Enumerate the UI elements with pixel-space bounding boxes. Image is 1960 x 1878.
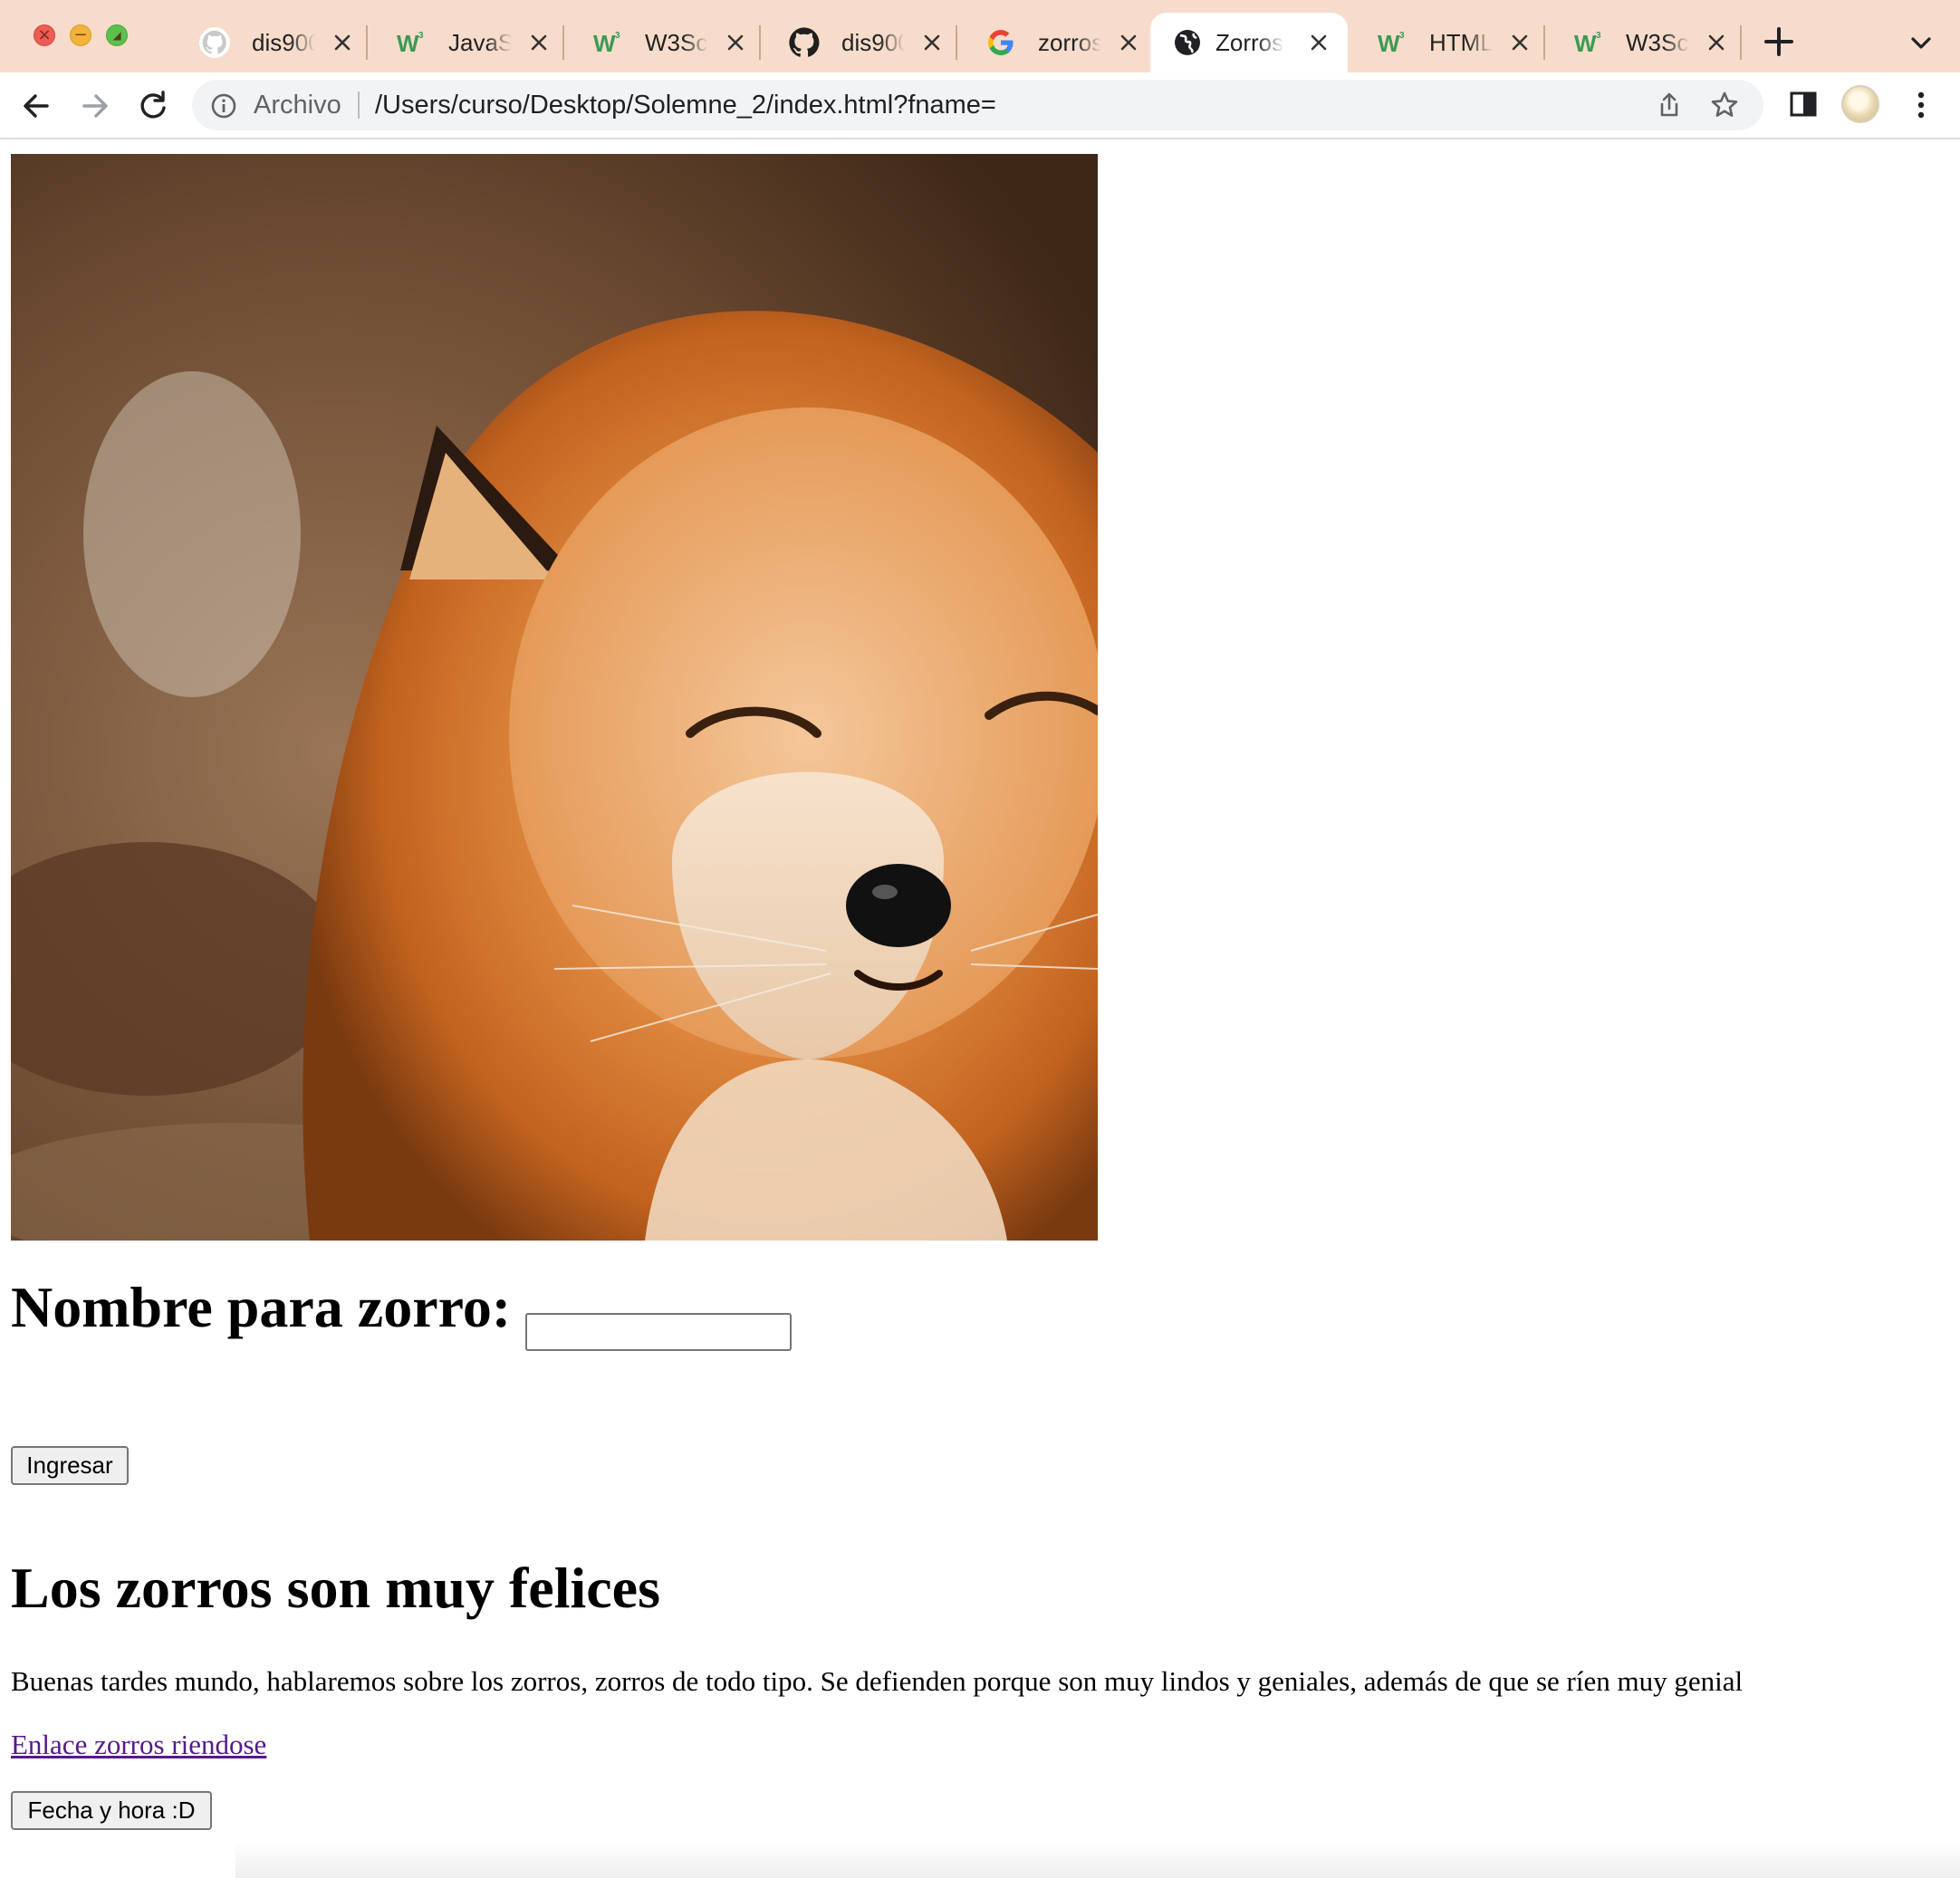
tab-separator <box>366 25 368 60</box>
tab-github-2[interactable]: dis9005 <box>762 13 957 72</box>
info-icon[interactable] <box>210 92 237 120</box>
window-minimize-button[interactable]: − <box>70 24 91 46</box>
address-divider <box>358 91 360 119</box>
svg-text:3: 3 <box>1596 31 1601 41</box>
bookmark-star-icon[interactable] <box>1709 90 1740 120</box>
github-icon <box>199 27 230 58</box>
svg-text:W: W <box>593 30 616 57</box>
svg-text:3: 3 <box>418 31 424 41</box>
w3schools-icon: W3 <box>593 30 620 57</box>
globe-icon <box>1175 30 1200 55</box>
tab-w3schools-html[interactable]: W3 HTML B <box>1350 13 1545 72</box>
tab-separator <box>956 25 957 60</box>
back-arrow-icon[interactable] <box>17 87 55 125</box>
address-url[interactable]: /Users/curso/Desktop/Solemne_2/index.htm… <box>375 80 996 130</box>
tab-close-icon[interactable] <box>1114 28 1143 57</box>
svg-text:3: 3 <box>615 31 620 41</box>
w3schools-icon: W3 <box>1378 30 1405 57</box>
address-bar[interactable]: Archivo /Users/curso/Desktop/Solemne_2/i… <box>192 80 1763 130</box>
side-panel-icon[interactable] <box>1788 89 1819 120</box>
address-scheme-label: Archivo <box>254 91 341 120</box>
window-close-button[interactable]: × <box>34 24 55 46</box>
fox-laughing-link[interactable]: Enlace zorros riendose <box>11 1724 266 1766</box>
tab-close-icon[interactable] <box>918 28 946 57</box>
fox-name-input[interactable] <box>525 1313 792 1351</box>
form-label: Nombre para zorro: <box>11 1275 512 1339</box>
svg-text:W: W <box>397 30 419 57</box>
tab-title: Zorros f <box>1215 29 1284 56</box>
tab-close-icon[interactable] <box>524 28 553 57</box>
close-icon: × <box>37 25 52 44</box>
google-icon <box>988 30 1014 55</box>
tab-close-icon[interactable] <box>1702 28 1731 57</box>
tab-w3schools-2[interactable]: W3 W3Scho <box>565 13 761 72</box>
w3schools-icon: W3 <box>1574 30 1601 57</box>
tab-google-zorros[interactable]: zorros - <box>958 13 1153 72</box>
datetime-button[interactable]: Fecha y hora :D <box>11 1791 212 1830</box>
fox-photo <box>11 154 1098 1241</box>
tab-title: HTML B <box>1429 29 1493 56</box>
tab-title: zorros - <box>1038 29 1101 56</box>
github-icon <box>789 27 820 57</box>
page-heading: Los zorros son muy felices <box>11 1556 660 1620</box>
tab-title: W3Scho <box>645 29 708 56</box>
tab-strip: × − ◢ dis9005 W3 JavaScr W3 W3Scho dis90… <box>0 0 1960 72</box>
new-tab-plus-icon[interactable] <box>1761 24 1797 60</box>
tab-github-1[interactable]: dis9005 <box>172 13 368 72</box>
tab-title: dis9005 <box>252 29 315 56</box>
chevron-down-icon[interactable] <box>1906 27 1936 58</box>
tab-close-icon[interactable] <box>1304 28 1333 57</box>
fox-illustration <box>11 154 1098 1241</box>
svg-text:W: W <box>1378 30 1400 57</box>
minimize-icon: − <box>73 25 88 44</box>
tab-separator <box>1740 25 1742 60</box>
tab-separator <box>759 25 761 60</box>
tab-separator <box>1543 25 1545 60</box>
tab-title: W3Scho <box>1626 29 1689 56</box>
tab-close-icon[interactable] <box>328 28 357 57</box>
tab-w3schools-javascript[interactable]: W3 JavaScr <box>369 13 564 72</box>
window-maximize-button[interactable]: ◢ <box>106 24 128 46</box>
tab-separator <box>562 25 564 60</box>
kebab-menu-icon[interactable] <box>1905 87 1937 123</box>
intro-paragraph: Buenas tardes mundo, hablaremos sobre lo… <box>11 1665 1744 1697</box>
w3schools-icon: W3 <box>397 30 424 57</box>
tab-title: JavaScr <box>448 29 512 56</box>
tab-w3schools-3[interactable]: W3 W3Scho <box>1546 13 1742 72</box>
profile-avatar[interactable] <box>1841 85 1879 123</box>
share-icon[interactable] <box>1655 91 1684 120</box>
bottom-shadow <box>235 1842 1960 1878</box>
svg-text:W: W <box>1574 30 1597 57</box>
tab-title: dis9005 <box>841 29 905 56</box>
tab-close-icon[interactable] <box>721 28 750 57</box>
tab-zorros-active[interactable]: Zorros f <box>1150 13 1348 72</box>
svg-text:3: 3 <box>1399 31 1405 41</box>
browser-toolbar: Archivo /Users/curso/Desktop/Solemne_2/i… <box>0 72 1960 139</box>
maximize-icon: ◢ <box>112 29 121 42</box>
tab-close-icon[interactable] <box>1505 28 1534 57</box>
ingresar-button[interactable]: Ingresar <box>11 1446 129 1485</box>
reload-icon[interactable] <box>134 87 172 125</box>
page-content: Nombre para zorro: Ingresar Los zorros s… <box>0 139 1960 1878</box>
forward-arrow-icon[interactable] <box>76 87 114 125</box>
